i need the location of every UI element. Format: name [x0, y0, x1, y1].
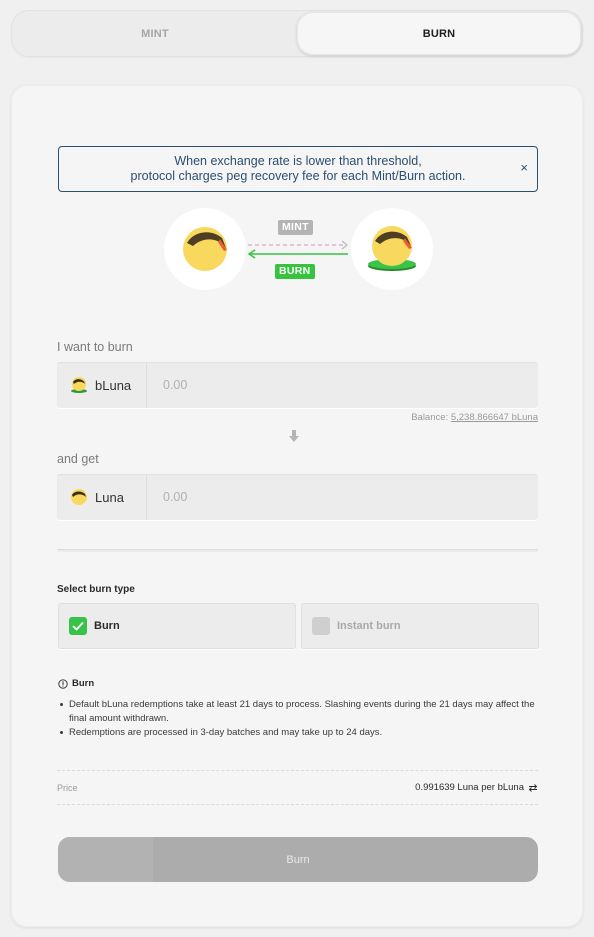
balance-value[interactable]: 5,238.866647 bLuna [451, 412, 538, 423]
peg-fee-notice: When exchange rate is lower than thresho… [58, 146, 538, 192]
instant-burn-checkbox[interactable] [312, 617, 330, 635]
close-icon[interactable]: × [520, 161, 528, 175]
burn-type-option-instant[interactable]: Instant burn [301, 603, 539, 649]
burn-info-list: Default bLuna redemptions take at least … [58, 698, 538, 741]
check-icon [72, 621, 84, 631]
get-amount-input[interactable] [147, 474, 538, 520]
luna-coin-icon [183, 227, 227, 271]
swap-icon[interactable] [528, 783, 538, 792]
bluna-coin-icon [368, 226, 416, 271]
mint-burn-illustration: MINT BURN [164, 208, 433, 290]
bluna-coin-illustration [351, 208, 433, 290]
arrow-down-icon [289, 430, 299, 442]
get-amount-field: Luna [57, 474, 538, 520]
bluna-token-selector: bLuna [57, 362, 147, 408]
mint-badge: MINT [278, 220, 313, 235]
burn-option-label: Burn [94, 620, 120, 632]
burn-amount-field: bLuna [57, 362, 538, 408]
burn-amount-input[interactable] [147, 362, 538, 408]
price-value: 0.991639 Luna per bLuna [415, 782, 524, 793]
tab-burn[interactable]: BURN [297, 12, 581, 55]
burn-info-title: Burn [72, 678, 95, 689]
burn-type-option-burn[interactable]: Burn [58, 603, 296, 649]
info-icon [58, 678, 68, 689]
luna-token-label: Luna [95, 489, 124, 505]
burn-card: When exchange rate is lower than thresho… [11, 85, 583, 927]
price-row: Price 0.991639 Luna per bLuna [57, 770, 538, 805]
burn-type-title: Select burn type [57, 584, 135, 595]
price-label: Price [57, 782, 78, 793]
burn-label: I want to burn [57, 340, 133, 354]
burn-checkbox[interactable] [69, 617, 87, 635]
instant-burn-option-label: Instant burn [337, 620, 401, 632]
button-shade [58, 837, 153, 882]
mint-burn-tabs: MINT BURN [11, 10, 583, 57]
get-label: and get [57, 452, 99, 466]
price-value-wrap: 0.991639 Luna per bLuna [415, 782, 538, 793]
list-item: Redemptions are processed in 3-day batch… [58, 726, 538, 740]
luna-coin-illustration [164, 208, 246, 290]
divider [57, 549, 538, 552]
balance-label: Balance: [411, 412, 451, 423]
mint-burn-arrows: MINT BURN [246, 208, 351, 290]
tab-mint[interactable]: MINT [13, 12, 297, 55]
notice-text: When exchange rate is lower than thresho… [130, 154, 466, 183]
burn-info-heading: Burn [58, 678, 94, 689]
list-item: Default bLuna redemptions take at least … [58, 698, 538, 725]
burn-submit-label: Burn [286, 853, 310, 866]
burn-submit-button[interactable]: Burn [58, 837, 538, 882]
bluna-coin-icon [71, 377, 87, 393]
luna-coin-icon [71, 489, 87, 505]
bluna-token-label: bLuna [95, 377, 132, 393]
luna-token-selector: Luna [57, 474, 147, 520]
burn-badge: BURN [275, 264, 315, 279]
balance-info: Balance: 5,238.866647 bLuna [411, 412, 538, 423]
